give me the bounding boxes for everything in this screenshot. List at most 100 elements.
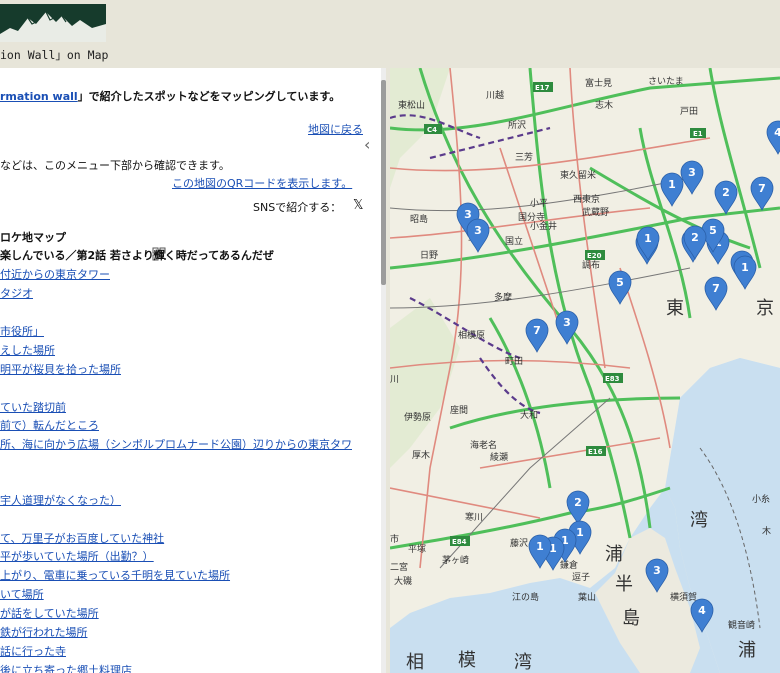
- svg-text:大和: 大和: [520, 409, 538, 421]
- svg-text:木: 木: [762, 525, 771, 537]
- map-marker-label: 7: [758, 182, 766, 195]
- map-view[interactable]: C4 E17 E20 E83 E84 E16 E1 さいたま 富士見 川越 志木…: [390, 68, 780, 673]
- svg-text:東: 東: [666, 298, 684, 319]
- svg-text:横須賀: 横須賀: [670, 591, 697, 603]
- svg-text:川: 川: [390, 375, 399, 385]
- svg-text:寒川: 寒川: [465, 511, 483, 523]
- route-badge-label: E83: [605, 375, 620, 383]
- list-item[interactable]: 平が歩いていた場所（出勤？）: [0, 550, 154, 564]
- list-item[interactable]: 所、海に向かう広場（シンボルプロムナード公園）辺りからの東京タワ: [0, 438, 352, 452]
- collapse-sidebar-button[interactable]: ‹: [364, 136, 380, 154]
- list-item[interactable]: 話に行った寺: [0, 645, 66, 659]
- svg-text:伊勢原: 伊勢原: [404, 411, 431, 423]
- svg-text:武蔵野: 武蔵野: [582, 206, 609, 218]
- map-marker-label: 1: [644, 232, 652, 245]
- svg-text:川越: 川越: [486, 89, 504, 101]
- intro-rest: 」で紹介したスポットなどをマッピングしています。: [77, 90, 341, 103]
- sidebar-scrollbar-thumb[interactable]: [381, 80, 386, 285]
- svg-text:小金井: 小金井: [530, 220, 557, 232]
- svg-text:座間: 座間: [450, 404, 468, 416]
- x-share-icon[interactable]: 𝕏: [353, 199, 363, 213]
- mountain-logo-icon: [0, 4, 106, 42]
- route-badge-label: E20: [587, 252, 602, 260]
- svg-text:昭島: 昭島: [410, 213, 428, 225]
- svg-text:国立: 国立: [505, 235, 523, 247]
- svg-text:市: 市: [390, 533, 399, 545]
- map-marker-label: 1: [536, 540, 544, 553]
- map-marker-label: 1: [668, 178, 676, 191]
- svg-text:半: 半: [615, 574, 633, 595]
- map-marker-label: 5: [709, 224, 717, 237]
- svg-text:志木: 志木: [595, 99, 613, 111]
- list-item[interactable]: ていた踏切前: [0, 401, 66, 415]
- map-marker-label: 2: [722, 186, 730, 199]
- site-subtitle: ion Wall」on Map: [0, 48, 109, 62]
- menu-note: などは、このメニュー下部から確認できます。: [0, 159, 230, 172]
- map-marker-label: 3: [688, 166, 696, 179]
- list-item[interactable]: 上がり、電車に乗っている千明を見ていた場所: [0, 569, 230, 583]
- list-item[interactable]: て、万里子がお百度していた神社: [0, 532, 164, 546]
- route-badge-label: E16: [588, 448, 603, 456]
- episode-title: 楽しんでいる／第2話 若さより輝く時だってあるんだぜ: [0, 249, 274, 262]
- svg-text:所沢: 所沢: [508, 119, 526, 131]
- map-marker-label: 3: [474, 224, 482, 237]
- svg-text:厚木: 厚木: [412, 449, 430, 461]
- list-item[interactable]: 鉄が行われた場所: [0, 626, 87, 640]
- svg-text:日野: 日野: [420, 250, 438, 261]
- map-marker-label: 7: [712, 282, 720, 295]
- svg-text:模: 模: [458, 650, 476, 671]
- svg-text:さいたま: さいたま: [648, 76, 684, 87]
- svg-text:相: 相: [406, 652, 424, 673]
- map-marker-label: 5: [616, 276, 624, 289]
- svg-text:東久留米: 東久留米: [560, 169, 596, 181]
- svg-text:多摩: 多摩: [494, 291, 512, 303]
- sidebar-menu: ‹ rmation wall」で紹介したスポットなどをマッピングしています。 地…: [0, 68, 386, 673]
- svg-text:調布: 調布: [582, 259, 600, 271]
- show-qr-link[interactable]: この地図のQRコードを表示します。: [172, 177, 352, 191]
- sns-share-label: SNSで紹介する：: [253, 201, 342, 214]
- map-marker-label: 2: [574, 496, 582, 509]
- svg-text:藤沢: 藤沢: [510, 537, 528, 549]
- svg-text:湾: 湾: [514, 652, 532, 673]
- svg-text:観音崎: 観音崎: [728, 619, 755, 631]
- svg-text:浦: 浦: [605, 544, 623, 565]
- svg-text:茅ヶ崎: 茅ヶ崎: [442, 554, 469, 566]
- list-item[interactable]: が話をしていた場所: [0, 607, 99, 621]
- svg-text:鎌倉: 鎌倉: [560, 559, 578, 571]
- section-title: ロケ地マップ: [0, 231, 66, 244]
- svg-text:小糸: 小糸: [752, 493, 770, 505]
- list-item[interactable]: 前で）転んだところ: [0, 419, 99, 433]
- site-header: ion Wall」on Map: [0, 0, 780, 68]
- svg-text:富士見: 富士見: [585, 77, 612, 89]
- list-item[interactable]: えした場所: [0, 344, 55, 358]
- svg-text:相模原: 相模原: [458, 329, 485, 341]
- list-item[interactable]: 付近からの東京タワー: [0, 268, 110, 282]
- list-item[interactable]: タジオ: [0, 287, 33, 301]
- intro-link[interactable]: rmation wall: [0, 90, 78, 103]
- map-marker-label: 1: [741, 261, 749, 274]
- list-item[interactable]: 明平が桜貝を拾った場所: [0, 363, 121, 377]
- map-canvas[interactable]: C4 E17 E20 E83 E84 E16 E1 さいたま 富士見 川越 志木…: [390, 68, 780, 673]
- svg-text:平塚: 平塚: [408, 544, 426, 555]
- intro-text: rmation wall」で紹介したスポットなどをマッピングしています。: [0, 90, 340, 104]
- svg-text:二宮: 二宮: [390, 561, 408, 573]
- route-badge-label: C4: [427, 126, 437, 134]
- list-item[interactable]: 後に立ち寄った郷土料理店: [0, 664, 132, 673]
- svg-text:大磯: 大磯: [394, 575, 412, 587]
- svg-text:小平: 小平: [530, 198, 548, 209]
- route-badge-label: E1: [693, 130, 703, 138]
- back-to-map-link[interactable]: 地図に戻る: [308, 123, 363, 137]
- svg-text:京: 京: [756, 298, 774, 319]
- svg-text:西東京: 西東京: [573, 193, 600, 205]
- list-item[interactable]: 市役所」: [0, 325, 44, 339]
- map-marker-label: 1: [576, 526, 584, 539]
- map-marker-label: 2: [691, 231, 699, 244]
- site-logo[interactable]: [0, 4, 106, 42]
- svg-text:海老名: 海老名: [470, 439, 497, 451]
- list-item[interactable]: いて場所: [0, 588, 44, 602]
- list-item[interactable]: 宇人道理がなくなった）: [0, 494, 121, 508]
- svg-text:葉山: 葉山: [578, 591, 596, 603]
- svg-text:島: 島: [622, 608, 640, 629]
- svg-text:東松山: 東松山: [398, 99, 425, 111]
- svg-text:戸田: 戸田: [680, 106, 698, 117]
